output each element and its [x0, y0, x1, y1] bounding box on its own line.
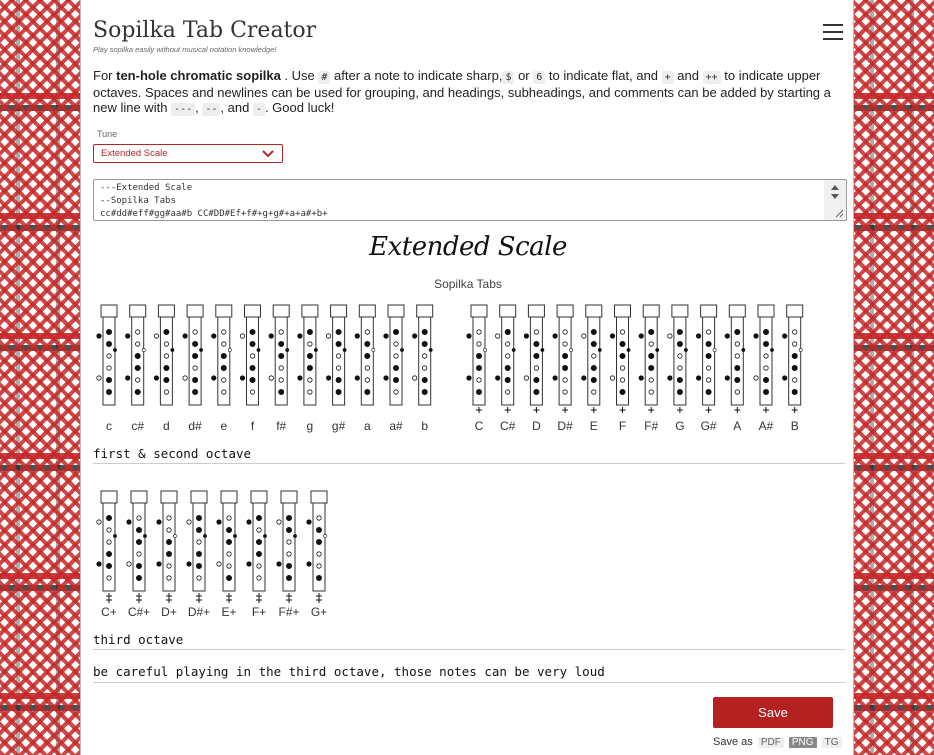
- sopilka-diagram: d#: [182, 304, 204, 433]
- sopilka-diagram: D#: [552, 304, 574, 433]
- note-label: B: [791, 419, 799, 433]
- score-title: Extended Scale: [369, 232, 567, 262]
- hamburger-menu-icon[interactable]: [823, 24, 843, 40]
- sopilka-diagram: g: [297, 304, 319, 433]
- note-label: G: [675, 419, 684, 433]
- sopilka-diagram: b: [412, 304, 434, 433]
- sopilka-diagram: F#+: [276, 490, 300, 619]
- sopilka-diagram: g#: [326, 304, 348, 433]
- sopilka-diagram: A#: [753, 304, 775, 433]
- note-label: D#: [557, 419, 573, 433]
- note-label: C#: [500, 419, 516, 433]
- note-label: d#: [188, 419, 202, 433]
- sopilka-diagram: E: [581, 304, 603, 433]
- score-subtitle: Sopilka Tabs: [434, 277, 502, 291]
- embroidery-border-right: [854, 0, 934, 755]
- sopilka-diagram: G#: [695, 304, 718, 433]
- app-title: Sopilka Tab Creator: [93, 18, 317, 43]
- sopilka-diagram: f#: [268, 304, 290, 433]
- note-label: g#: [332, 419, 346, 433]
- note-label: F+: [252, 605, 266, 619]
- note-label: F: [619, 419, 626, 433]
- divider: [93, 463, 845, 464]
- format-png[interactable]: PNG: [788, 737, 817, 748]
- note-label: A: [733, 419, 741, 433]
- note-label: G#: [701, 419, 717, 433]
- section-label-octave-1-2: first & second octave: [93, 446, 252, 461]
- resize-grip-icon[interactable]: [834, 208, 844, 218]
- note-label: C#+: [128, 605, 150, 619]
- tune-select[interactable]: Extended Scale: [93, 144, 283, 163]
- note-label: D#+: [188, 605, 210, 619]
- note-label: G+: [311, 605, 327, 619]
- sopilka-diagram: G: [667, 304, 689, 433]
- note-label: D+: [161, 605, 177, 619]
- format-tg[interactable]: TG: [821, 737, 842, 748]
- note-label: c#: [131, 419, 144, 433]
- sopilka-diagram: G+: [306, 490, 328, 619]
- note-label: a: [364, 419, 371, 433]
- note-label: F#: [644, 419, 658, 433]
- sopilka-diagram: e: [211, 304, 233, 433]
- note-label: A#: [759, 419, 774, 433]
- save-as-formats: Save as PDF PNG TG: [713, 736, 842, 748]
- sopilka-diagram: A: [724, 304, 746, 433]
- fingering-row-2: C+ C#+ D+ D#+ E+ F+ F#+ G+: [96, 490, 328, 619]
- sopilka-diagram: D: [523, 304, 545, 433]
- note-label: E+: [221, 605, 236, 619]
- sopilka-diagram: d: [153, 304, 175, 433]
- scroll-down-icon[interactable]: [831, 194, 839, 199]
- chevron-down-icon: [262, 150, 274, 158]
- save-as-label: Save as: [713, 736, 753, 748]
- sopilka-diagram: F: [609, 304, 631, 433]
- main-panel: Sopilka Tab Creator Play sopilka easily …: [80, 0, 854, 755]
- note-label: f#: [276, 419, 286, 433]
- score-comment: be careful playing in the third octave, …: [93, 664, 605, 679]
- app-subtitle: Play sopilka easily without musical nota…: [93, 45, 277, 54]
- fingering-row-1: c c# d d# e f f# g g# a a# b C C# D D# E F F# G G# A A# B: [96, 304, 804, 433]
- sopilka-diagram: f: [239, 304, 261, 433]
- sopilka-diagram: D#+: [186, 490, 210, 619]
- sopilka-diagram: C#: [495, 304, 517, 433]
- note-label: d: [163, 419, 170, 433]
- tune-selected-value: Extended Scale: [101, 148, 168, 159]
- sopilka-diagram: C: [466, 304, 488, 433]
- sopilka-diagram: F#: [638, 304, 660, 433]
- textarea-line-2: --Sopilka Tabs: [100, 196, 176, 206]
- textarea-line-1: ---Extended Scale: [100, 183, 193, 193]
- note-label: c: [106, 419, 112, 433]
- note-label: C: [475, 419, 484, 433]
- embroidery-border-left: [0, 0, 80, 755]
- section-label-octave-3: third octave: [93, 632, 184, 647]
- tune-label: Tune: [97, 129, 118, 139]
- sopilka-diagram: c#: [125, 304, 147, 433]
- sopilka-diagram: E+: [216, 490, 238, 619]
- tab-input-textarea[interactable]: ---Extended Scale --Sopilka Tabs cc#dd#e…: [93, 179, 847, 221]
- scroll-up-icon[interactable]: [831, 185, 839, 190]
- sopilka-diagram: B: [782, 304, 804, 433]
- sopilka-diagram: D+: [156, 490, 178, 619]
- save-button[interactable]: Save: [713, 697, 833, 728]
- note-label: E: [590, 419, 598, 433]
- note-label: a#: [389, 419, 403, 433]
- note-label: g: [307, 419, 314, 433]
- format-pdf[interactable]: PDF: [757, 737, 784, 748]
- instrument-name: ten-hole chromatic sopilka: [116, 68, 281, 83]
- sopilka-diagram: C#+: [126, 490, 150, 619]
- sopilka-diagram: a#: [383, 304, 405, 433]
- sopilka-diagram: a: [354, 304, 376, 433]
- note-label: b: [421, 419, 428, 433]
- note-label: C+: [101, 605, 117, 619]
- sopilka-diagram: C+: [96, 490, 118, 619]
- divider: [93, 649, 845, 650]
- sopilka-diagram: F+: [246, 490, 268, 619]
- instructions: For ten-hole chromatic sopilka . Use # a…: [93, 68, 831, 116]
- textarea-line-3: cc#dd#eff#gg#aa#b CC#DD#Ef+f#+g+g#+a+a#+…: [100, 209, 328, 219]
- divider: [93, 682, 845, 683]
- note-label: F#+: [278, 605, 299, 619]
- note-label: f: [251, 419, 255, 433]
- note-label: D: [532, 419, 541, 433]
- note-label: e: [220, 419, 227, 433]
- sopilka-diagram: c: [96, 304, 118, 433]
